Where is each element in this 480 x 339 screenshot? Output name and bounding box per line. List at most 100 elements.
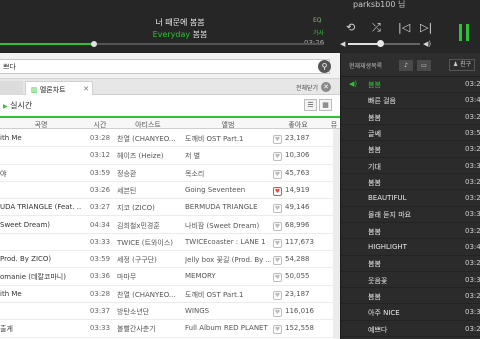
song-title[interactable]: Prod. By ZICO) — [0, 255, 82, 263]
eq-button[interactable]: EQ — [313, 17, 322, 24]
song-artist[interactable]: 지코 (ZICO) — [117, 203, 179, 213]
header-title[interactable]: 곡명 — [0, 120, 82, 130]
playlist-item[interactable]: 몰래 듣지 마요 03:36 — [341, 207, 480, 223]
song-artist[interactable]: 세정 (구구단) — [117, 255, 179, 265]
shuffle-icon[interactable]: ⤮ — [372, 22, 381, 33]
playlist-item[interactable]: BEAUTIFUL 03:29 — [341, 191, 480, 207]
table-row[interactable]: 출게 03:33 볼빨간사춘기 Full Album RED PLANET ♥ 152,5… — [0, 320, 340, 338]
playlist-item[interactable]: ◀) 봄봄 03:26 — [341, 77, 480, 93]
song-title[interactable]: UDA TRIANGLE (Feat. ... — [0, 203, 82, 211]
table-row[interactable]: Prod. By ZICO) 03:59 세정 (구구단) Jelly box 꽃길 … — [0, 251, 340, 269]
volume-slider[interactable] — [348, 40, 420, 47]
song-artist[interactable]: 헤이즈 (Heize) — [117, 151, 179, 161]
close-all-button[interactable]: 전체닫기 — [296, 83, 318, 92]
volume-max-icon[interactable]: ◀) — [423, 39, 431, 50]
header-album[interactable]: 앨범 — [185, 120, 271, 130]
song-artist[interactable]: 마마무 — [117, 272, 179, 282]
song-artist[interactable]: TWICE (트와이스) — [117, 238, 179, 248]
realtime-selector[interactable]: ▶ 실시간 — [3, 100, 32, 111]
song-album[interactable]: 도깨비 OST Part.1 — [185, 134, 271, 144]
playlist-item[interactable]: 빠른 걸음 03:41 — [341, 93, 480, 109]
volume-icon[interactable]: ◀ — [340, 39, 345, 50]
song-title[interactable]: 출게 — [0, 324, 82, 334]
song-artist[interactable]: 찬열 (CHANYEO... — [117, 290, 179, 300]
friend-button[interactable]: ♟ 친구 — [449, 59, 475, 71]
progress-bar[interactable] — [0, 41, 323, 47]
tab-current-playlist[interactable]: 현재재생목록 — [349, 61, 382, 70]
table-row[interactable]: omanie (데칼코마니) 03:36 마마무 MEMORY ♥ 50,055 — [0, 268, 340, 286]
list-view-icon[interactable]: ☰ — [304, 99, 317, 111]
song-album[interactable]: BERMUDA TRIANGLE — [185, 203, 271, 211]
table-row[interactable]: 03:26 세븐틴 Going Seventeen ♥ 14,919 — [0, 181, 340, 200]
song-album[interactable]: 저 별 — [185, 151, 271, 161]
table-row[interactable]: 03:37 방탄소년단 WINGS ♥ 116,016 — [0, 303, 340, 321]
table-scrollbar[interactable] — [333, 129, 340, 339]
lyrics-button[interactable]: 가사 — [313, 28, 324, 37]
tab-melon-chart[interactable]: ▥ 멜론차트 ✕ — [25, 81, 93, 95]
song-artist[interactable]: 방탄소년단 — [117, 307, 179, 317]
heart-icon[interactable]: ♥ — [273, 273, 282, 283]
search-input[interactable]: 쁘다 — [0, 59, 330, 74]
song-album[interactable]: 나비잠 (Sweet Dream) — [185, 221, 271, 231]
repeat-icon[interactable]: ⟲ — [346, 22, 355, 33]
song-album[interactable]: WINGS — [185, 307, 271, 315]
playlist-item[interactable]: 봄봄 03:26 — [341, 175, 480, 191]
song-artist[interactable]: 정승환 — [117, 169, 179, 179]
table-row[interactable]: ith Me 03:28 찬열 (CHANYEO... 도깨비 OST Part.1 ♥… — [0, 285, 340, 303]
heart-icon[interactable]: ♥ — [273, 152, 282, 162]
song-album[interactable]: Going Seventeen — [185, 186, 271, 194]
header-like[interactable]: 좋아요 — [273, 120, 323, 130]
progress-knob[interactable] — [90, 41, 97, 47]
playlist-item[interactable]: 예쁘다 03:29 — [341, 322, 480, 337]
close-tab-icon[interactable]: ✕ — [83, 85, 89, 93]
playlist-item[interactable]: 봄봄 03:26 — [341, 256, 480, 272]
heart-icon[interactable]: ♥ — [273, 256, 282, 266]
table-row[interactable]: 03:33 TWICE (트와이스) TWICEcoaster : LANE 1 ♥ 1… — [0, 234, 340, 252]
heart-icon[interactable]: ♥ — [273, 221, 282, 231]
search-icon[interactable]: ⚲ — [318, 60, 331, 73]
song-title[interactable]: omanie (데칼코마니) — [0, 272, 82, 282]
table-row[interactable]: 야 03:59 정승환 목소리 ♥ 45,763 — [0, 165, 340, 182]
pause-icon[interactable] — [459, 24, 469, 41]
heart-icon[interactable]: ♥ — [273, 204, 282, 214]
heart-icon[interactable]: ♥ — [273, 186, 282, 196]
song-title[interactable]: ith Me — [0, 290, 82, 298]
heart-icon[interactable]: ♥ — [273, 325, 282, 335]
song-album[interactable]: TWICEcoaster : LANE 1 — [185, 238, 271, 246]
song-album[interactable]: Full Album RED PLANET — [185, 324, 271, 332]
heart-icon[interactable]: ♥ — [273, 135, 282, 144]
heart-icon[interactable]: ♥ — [273, 169, 282, 179]
playlist-item[interactable]: 봄봄 03:26 — [341, 142, 480, 158]
table-row[interactable]: Sweet Dream) 04:34 김희철x민경훈 나비잠 (Sweet Dream… — [0, 216, 340, 234]
song-artist[interactable]: 볼빨간사춘기 — [117, 324, 179, 334]
playlist-item[interactable]: 봄봄 03:26 — [341, 289, 480, 305]
song-album[interactable]: 도깨비 OST Part.1 — [185, 290, 271, 300]
heart-icon[interactable]: ♥ — [273, 308, 282, 317]
folder-icon[interactable]: ▭ — [417, 60, 431, 71]
table-row[interactable]: UDA TRIANGLE (Feat. ... 03:27 지코 (ZICO) BER… — [0, 199, 340, 217]
song-album[interactable]: 목소리 — [185, 169, 271, 179]
volume-knob[interactable] — [377, 40, 385, 47]
playlist-item[interactable]: 웃음꽃 03:35 — [341, 273, 480, 289]
heart-icon[interactable]: ♥ — [273, 290, 282, 300]
playlist-item[interactable]: HIGHLIGHT 03:41 — [341, 240, 480, 256]
song-title[interactable]: 야 — [0, 169, 82, 179]
song-artist[interactable]: 찬열 (CHANYEO... — [117, 134, 179, 144]
playlist-item[interactable]: 기대 03:31 — [341, 159, 480, 174]
previous-icon[interactable]: |◁ — [398, 22, 410, 33]
song-album[interactable]: MEMORY — [185, 272, 271, 280]
user-label[interactable]: parksb100 님 — [353, 0, 405, 10]
music-note-icon[interactable]: ♪ — [399, 60, 413, 71]
table-row[interactable]: ith Me 03:28 찬열 (CHANYEO... 도깨비 OST Part.1 ♥… — [0, 130, 340, 148]
header-artist[interactable]: 아티스트 — [117, 120, 179, 130]
table-row[interactable]: 03:12 헤이즈 (Heize) 저 별 ♥ 10,306 — [0, 147, 340, 165]
song-title[interactable]: ith Me — [0, 134, 82, 142]
close-all-icon[interactable]: ✕ — [321, 82, 331, 92]
playlist-item[interactable]: 봄봄 03:26 — [341, 224, 480, 240]
playlist-item[interactable]: 봄봄 03:26 — [341, 110, 480, 126]
song-artist[interactable]: 김희철x민경훈 — [117, 221, 179, 231]
playlist-item[interactable]: 아주 NICE 03:33 — [341, 305, 480, 321]
next-icon[interactable]: ▷| — [420, 22, 432, 33]
tab-home[interactable] — [0, 81, 23, 95]
song-artist[interactable]: 세븐틴 — [117, 186, 179, 196]
